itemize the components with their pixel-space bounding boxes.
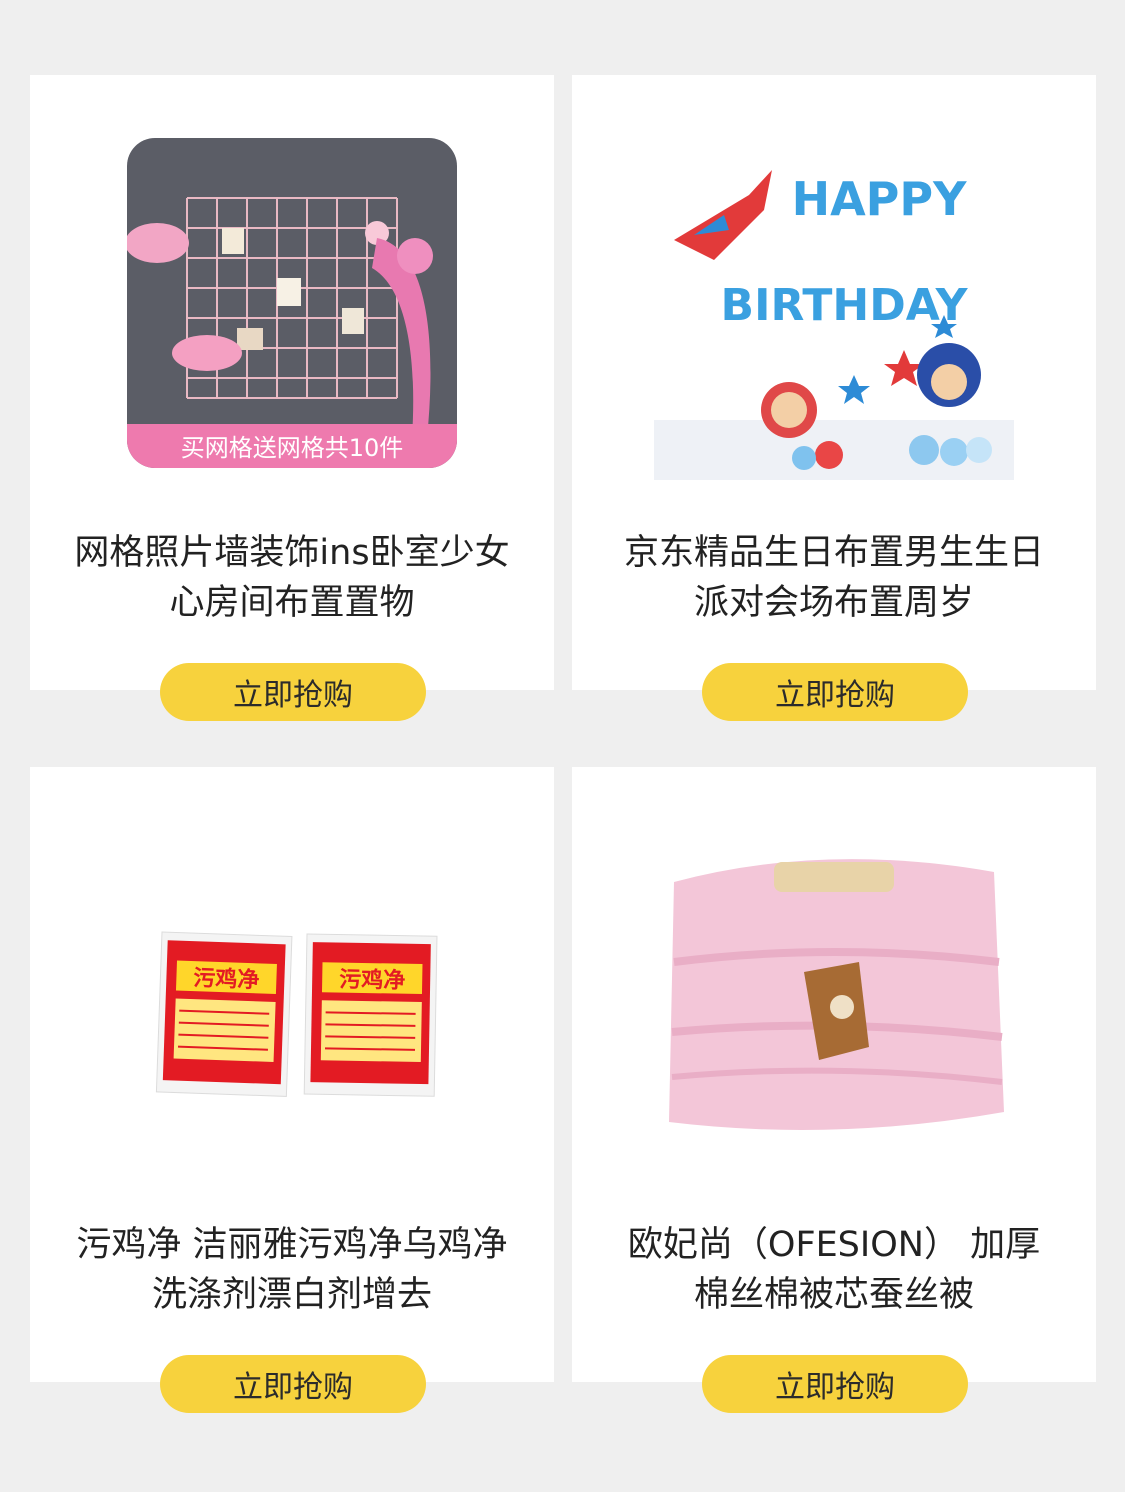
pink-quilt-image[interactable] bbox=[654, 812, 1014, 1177]
image-banner-text: 买网格送网格共10件 bbox=[181, 434, 404, 462]
buy-now-button[interactable]: 立即抢购 bbox=[702, 663, 968, 721]
product-title[interactable]: 网格照片墙装饰ins卧室少女心房间布置置物 bbox=[70, 528, 514, 628]
packet-label: 污鸡净 bbox=[339, 967, 405, 994]
photo-grid-wall-image[interactable]: 买网格送网格共10件 bbox=[112, 120, 472, 485]
product-card[interactable]: 买网格送网格共10件 网格照片墙装饰ins卧室少女心房间布置置物 立即抢购 bbox=[30, 75, 554, 721]
image-text-birthday: BIRTHDAY bbox=[721, 280, 969, 331]
birthday-balloon-image[interactable]: HAPPY BIRTHDAY bbox=[654, 120, 1014, 485]
product-title[interactable]: 京东精品生日布置男生生日派对会场布置周岁 bbox=[612, 528, 1056, 628]
product-grid: 买网格送网格共10件 网格照片墙装饰ins卧室少女心房间布置置物 立即抢购 HA… bbox=[0, 0, 1125, 1492]
packet-label: 污鸡净 bbox=[193, 965, 260, 993]
product-card[interactable]: HAPPY BIRTHDAY 京东精品生日布置男生生日派对会场布置周岁 立即抢购 bbox=[572, 75, 1096, 721]
product-card[interactable]: 污鸡净 污鸡净 污鸡净 洁丽雅污鸡净乌鸡净洗涤剂漂白剂增去 立即抢购 bbox=[30, 767, 554, 1413]
image-text-happy: HAPPY bbox=[792, 172, 968, 226]
product-card[interactable]: 欧妃尚（OFESION） 加厚棉丝棉被芯蚕丝被 立即抢购 bbox=[572, 767, 1096, 1413]
buy-now-button[interactable]: 立即抢购 bbox=[160, 1355, 426, 1413]
product-title[interactable]: 欧妃尚（OFESION） 加厚棉丝棉被芯蚕丝被 bbox=[612, 1220, 1056, 1320]
buy-now-button[interactable]: 立即抢购 bbox=[702, 1355, 968, 1413]
buy-now-button[interactable]: 立即抢购 bbox=[160, 663, 426, 721]
product-title[interactable]: 污鸡净 洁丽雅污鸡净乌鸡净洗涤剂漂白剂增去 bbox=[70, 1220, 514, 1320]
detergent-packet-image[interactable]: 污鸡净 污鸡净 bbox=[112, 812, 472, 1177]
